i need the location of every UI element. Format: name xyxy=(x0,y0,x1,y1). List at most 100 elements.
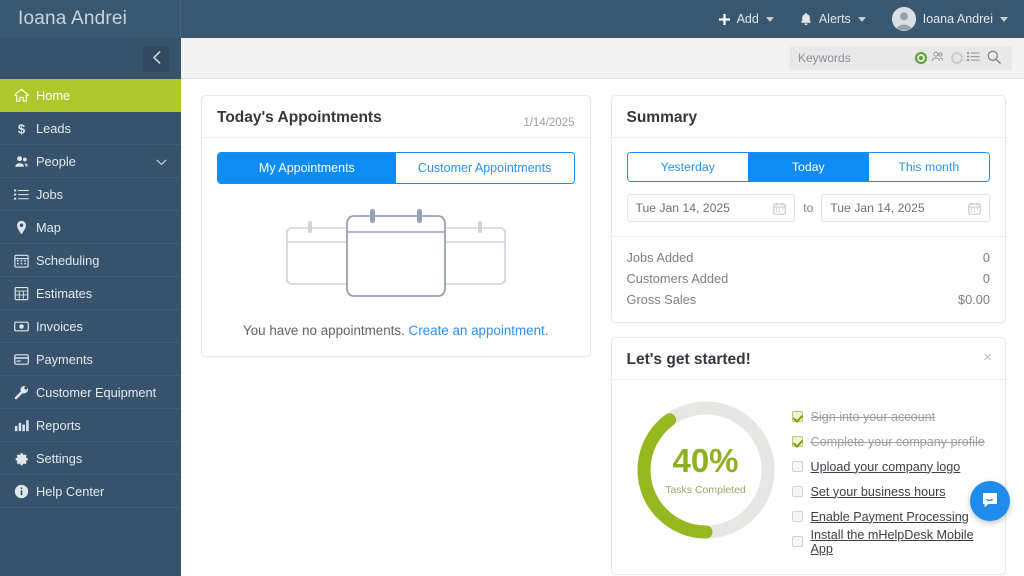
checklist-item[interactable]: Set your business hours xyxy=(792,479,994,504)
sidebar-item-label: Reports xyxy=(36,418,81,433)
calendar-icon[interactable] xyxy=(773,202,786,215)
checklist-item-label[interactable]: Set your business hours xyxy=(811,485,946,499)
create-appointment-link[interactable]: Create an appointment. xyxy=(409,323,549,338)
sidebar-item-people[interactable]: People xyxy=(0,145,181,178)
range-this-month[interactable]: This month xyxy=(869,153,990,181)
search-input[interactable] xyxy=(798,51,908,65)
search-scope-customers[interactable] xyxy=(915,50,944,66)
date-from-field[interactable]: Tue Jan 14, 2025 xyxy=(627,194,796,222)
credit-card-icon xyxy=(14,352,36,367)
range-yesterday[interactable]: Yesterday xyxy=(628,153,749,181)
sidebar-item-settings[interactable]: Settings xyxy=(0,442,181,475)
summary-stat-label: Gross Sales xyxy=(627,292,697,307)
sidebar-top xyxy=(0,38,181,79)
summary-date-range: Tue Jan 14, 2025 to Tue Jan 14, 2025 xyxy=(612,182,1006,236)
dashboard-board: Today's Appointments 1/14/2025 My Appoin… xyxy=(181,79,1024,575)
calendar-icon xyxy=(14,253,36,268)
sidebar-item-help-center[interactable]: Help Center xyxy=(0,475,181,508)
date-from-value: Tue Jan 14, 2025 xyxy=(636,201,730,215)
top-header: Ioana Andrei Add Alerts xyxy=(0,0,1024,38)
tab-customer-appointments[interactable]: Customer Appointments xyxy=(396,153,574,183)
tasks-completed-donut: 40% Tasks Completed xyxy=(630,394,782,546)
chevron-down-icon xyxy=(1000,17,1008,22)
summary-stat-list: Jobs Added0Customers Added0Gross Sales$0… xyxy=(612,236,1006,322)
grid-icon xyxy=(14,286,36,301)
checklist-item-label[interactable]: Install the mHelpDesk Mobile App xyxy=(811,528,994,556)
map-pin-icon xyxy=(14,220,36,235)
appointments-empty-state: You have no appointments. Create an appo… xyxy=(202,184,590,356)
home-icon xyxy=(14,88,36,103)
chevron-down-icon[interactable] xyxy=(156,154,167,169)
radio-unselected-icon[interactable] xyxy=(951,52,963,64)
info-icon xyxy=(14,484,36,499)
tab-my-appointments[interactable]: My Appointments xyxy=(218,153,396,183)
sidebar-item-label: Estimates xyxy=(36,286,92,301)
avatar xyxy=(892,7,916,31)
content-toolbar xyxy=(181,38,1024,79)
checklist-item: Complete your company profile xyxy=(792,429,994,454)
alerts-menu-label: Alerts xyxy=(819,12,851,26)
checkbox-icon[interactable] xyxy=(792,486,803,497)
sidebar-item-estimates[interactable]: Estimates xyxy=(0,277,181,310)
appointments-empty-text: You have no appointments. Create an appo… xyxy=(243,323,549,338)
summary-stat-row: Gross Sales $0.00 xyxy=(627,289,991,310)
page-title: Today's Appointments xyxy=(217,109,575,127)
checklist-item-label[interactable]: Upload your company logo xyxy=(811,460,961,474)
sidebar-item-leads[interactable]: $Leads xyxy=(0,112,181,145)
get-started-card: Let's get started! × 40% Tasks Completed xyxy=(611,337,1007,575)
alerts-menu-button[interactable]: Alerts xyxy=(800,12,866,26)
close-icon[interactable]: × xyxy=(983,350,992,365)
checklist-item[interactable]: Install the mHelpDesk Mobile App xyxy=(792,529,994,554)
user-menu-button[interactable]: Ioana Andrei xyxy=(892,7,1008,31)
bar-chart-icon xyxy=(14,418,36,433)
get-started-header: Let's get started! × xyxy=(612,338,1006,380)
left-column: Today's Appointments 1/14/2025 My Appoin… xyxy=(201,95,591,575)
checklist-item[interactable]: Enable Payment Processing xyxy=(792,504,994,529)
sidebar-item-payments[interactable]: Payments xyxy=(0,343,181,376)
checklist-item[interactable]: Upload your company logo xyxy=(792,454,994,479)
date-to-value: Tue Jan 14, 2025 xyxy=(830,201,924,215)
sidebar-item-label: Payments xyxy=(36,352,93,367)
sidebar-item-map[interactable]: Map xyxy=(0,211,181,244)
get-started-body: 40% Tasks Completed Sign into your accou… xyxy=(612,380,1006,574)
checklist-item-label: Sign into your account xyxy=(811,410,936,424)
sidebar-item-reports[interactable]: Reports xyxy=(0,409,181,442)
sidebar-item-customer-equipment[interactable]: Customer Equipment xyxy=(0,376,181,409)
progress-percent: 40% xyxy=(672,444,738,477)
search-bar[interactable] xyxy=(790,46,1012,70)
sidebar-item-invoices[interactable]: Invoices xyxy=(0,310,181,343)
date-to-field[interactable]: Tue Jan 14, 2025 xyxy=(821,194,990,222)
sidebar-item-label: People xyxy=(36,154,76,169)
checkbox-icon[interactable] xyxy=(792,536,803,547)
donut-center-label: 40% Tasks Completed xyxy=(630,394,782,546)
checkbox-icon[interactable] xyxy=(792,511,803,522)
brand-title: Ioana Andrei xyxy=(0,0,181,38)
app-root: Ioana Andrei Add Alerts xyxy=(0,0,1024,576)
get-started-title: Let's get started! xyxy=(627,351,991,369)
sidebar-collapse-button[interactable] xyxy=(143,46,169,72)
search-scope-list[interactable] xyxy=(951,50,980,66)
chat-launcher-button[interactable] xyxy=(970,481,1010,521)
calendar-icon[interactable] xyxy=(968,202,981,215)
chevron-down-icon xyxy=(766,17,774,22)
add-menu-label: Add xyxy=(737,12,759,26)
list-icon xyxy=(14,187,36,202)
checklist-item: Sign into your account xyxy=(792,404,994,429)
add-menu-button[interactable]: Add xyxy=(719,12,774,26)
summary-stat-value: $0.00 xyxy=(958,292,990,307)
checkbox-checked-icon xyxy=(792,411,803,422)
empty-message: You have no appointments. xyxy=(243,323,405,338)
search-icon[interactable] xyxy=(987,50,1001,67)
sidebar-item-scheduling[interactable]: Scheduling xyxy=(0,244,181,277)
checklist-item-label[interactable]: Enable Payment Processing xyxy=(811,510,969,524)
summary-card-header: Summary xyxy=(612,96,1006,138)
summary-title: Summary xyxy=(627,109,991,127)
checkbox-icon[interactable] xyxy=(792,461,803,472)
range-today[interactable]: Today xyxy=(748,153,869,181)
summary-card: Summary Yesterday Today This month Tue J… xyxy=(611,95,1007,323)
sidebar-item-jobs[interactable]: Jobs xyxy=(0,178,181,211)
plus-icon xyxy=(719,14,730,25)
svg-text:$: $ xyxy=(18,121,26,135)
sidebar-item-home[interactable]: Home xyxy=(0,79,181,112)
radio-selected-icon[interactable] xyxy=(915,52,927,64)
